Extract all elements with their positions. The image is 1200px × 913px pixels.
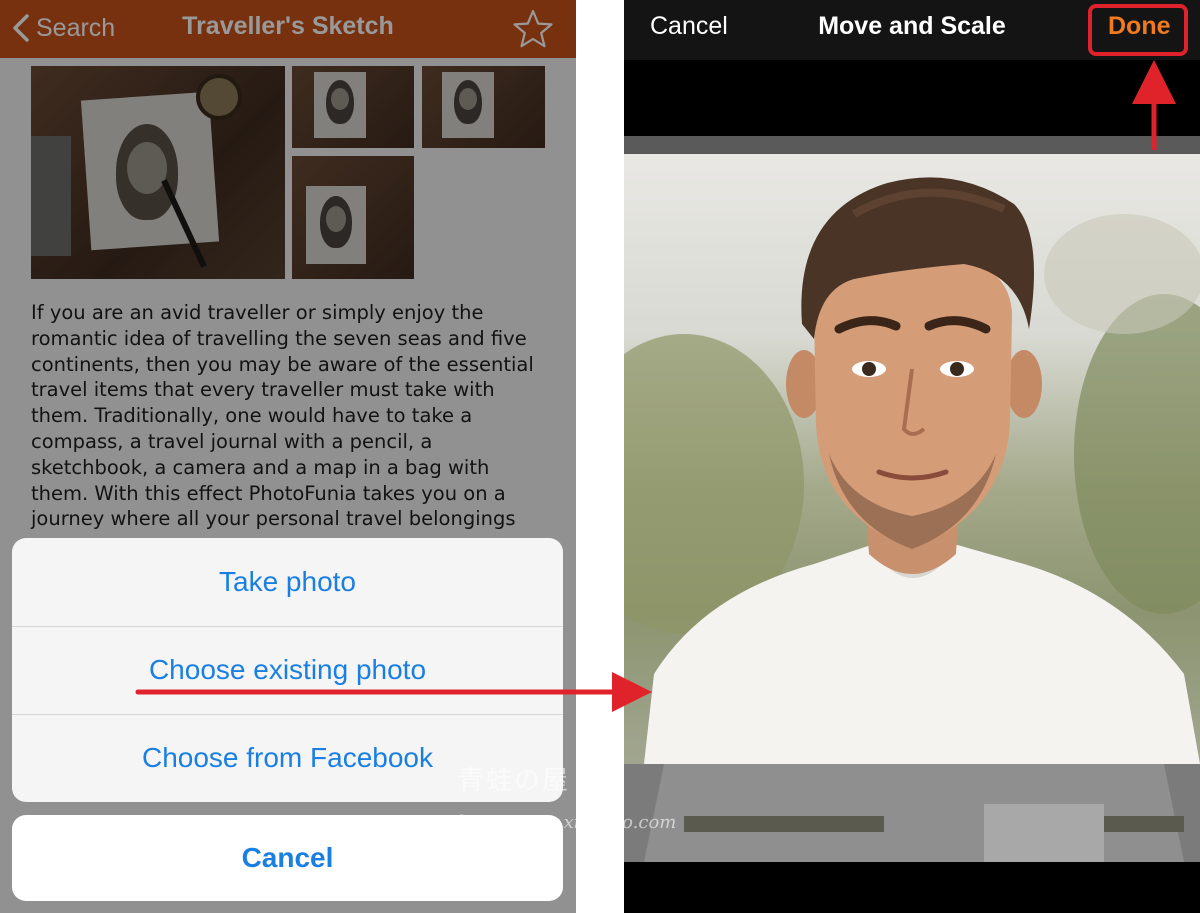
annotation-layer [135,60,1176,712]
arrow-up-icon [1132,60,1176,104]
watermark-url: http://www.xiaozuo.com [458,812,677,833]
watermark: 青蛙の屋 [458,766,571,796]
arrow-right-icon [612,672,652,712]
